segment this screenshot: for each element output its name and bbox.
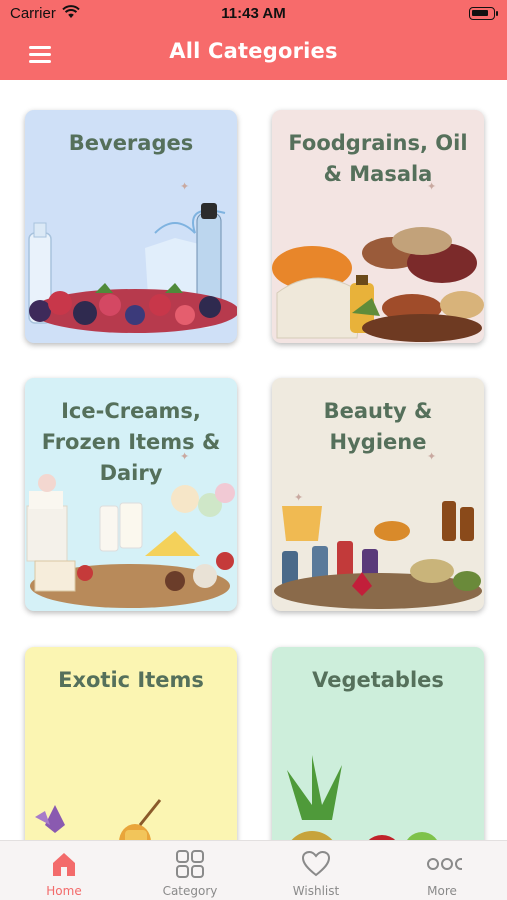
foodgrains-illustration (272, 227, 484, 342)
sparkle-icon: ✦ (180, 180, 190, 193)
beverages-illustration (28, 203, 237, 333)
tab-more[interactable]: More (379, 841, 505, 900)
more-dots-icon (427, 858, 462, 870)
tab-category[interactable]: Category (127, 841, 253, 900)
category-card-beauty-hygiene[interactable]: Beauty & Hygiene ✦ ✦ (272, 378, 484, 611)
status-bar: Carrier 11:43 AM (0, 0, 507, 30)
bottom-tab-bar: Home Category Wishlist More (0, 840, 507, 900)
category-label: Vegetables (312, 668, 444, 692)
sparkle-icon: ✦ (427, 180, 437, 193)
tab-label: More (427, 884, 457, 898)
tab-label: Wishlist (292, 884, 340, 898)
beauty-hygiene-illustration (274, 501, 482, 609)
top-app-bar: Carrier 11:43 AM All Categories (0, 0, 507, 80)
category-label: Exotic Items (58, 668, 204, 692)
ice-creams-illustration (26, 474, 235, 608)
grid-icon (176, 850, 204, 878)
tab-home[interactable]: Home (1, 841, 127, 900)
tab-wishlist[interactable]: Wishlist (253, 841, 379, 900)
heart-icon (301, 850, 331, 877)
category-label: Beauty & Hygiene (323, 399, 433, 454)
tab-label: Category (162, 884, 218, 898)
category-card-beverages[interactable]: Beverages ✦ (25, 110, 237, 343)
page-title: All Categories (169, 39, 338, 63)
home-icon (53, 853, 75, 876)
status-time: 11:43 AM (221, 5, 286, 22)
battery-icon (469, 7, 498, 20)
category-label: Foodgrains, Oil & Masala (288, 131, 468, 186)
tab-label: Home (46, 884, 82, 898)
header: All Categories (0, 30, 507, 80)
category-card-ice-creams[interactable]: Ice-Creams, Frozen Items & Dairy ✦ (25, 378, 237, 611)
category-label: Beverages (68, 131, 194, 155)
category-card-foodgrains[interactable]: Foodgrains, Oil & Masala ✦ (272, 110, 484, 343)
